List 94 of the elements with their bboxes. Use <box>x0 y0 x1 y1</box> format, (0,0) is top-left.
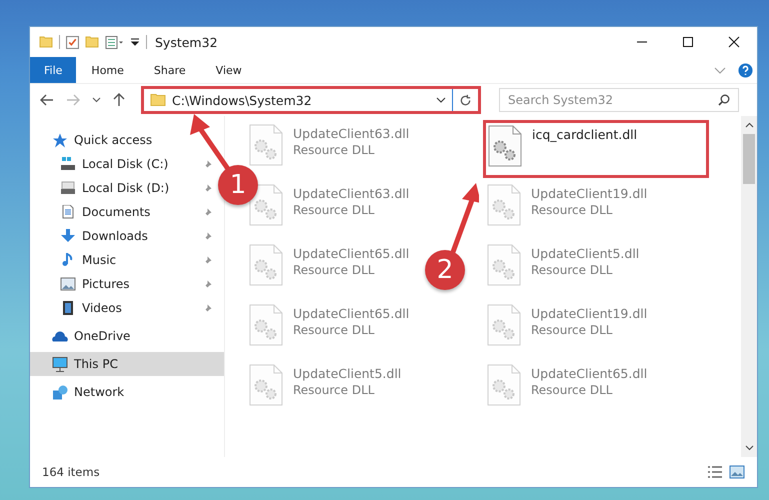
minimize-icon[interactable] <box>636 41 648 43</box>
chevron-down-icon[interactable] <box>436 97 446 103</box>
gear-file-icon <box>249 124 283 166</box>
nav-item[interactable]: Network <box>30 380 224 404</box>
window-title: System32 <box>155 34 218 50</box>
file-item[interactable]: UpdateClient65.dll Resource DLL <box>245 300 414 358</box>
checklist-icon[interactable] <box>66 36 79 48</box>
video-icon <box>60 301 76 315</box>
gear-file-icon <box>249 184 283 226</box>
nav-item[interactable]: Videos <box>30 296 126 320</box>
pin-icon[interactable] <box>203 304 212 312</box>
pin-icon[interactable] <box>203 160 212 168</box>
file-name: UpdateClient5.dll <box>293 366 402 381</box>
file-type: Resource DLL <box>293 203 376 217</box>
file-name: UpdateClient63.dll <box>293 186 410 201</box>
file-type: Resource DLL <box>293 143 376 157</box>
search-icon[interactable] <box>718 94 730 106</box>
file-name: UpdateClient19.dll <box>531 306 648 321</box>
file-type: Resource DLL <box>531 263 614 277</box>
chevron-up-icon[interactable] <box>744 122 754 128</box>
file-name: UpdateClient63.dll <box>293 126 410 141</box>
pin-icon[interactable] <box>203 232 212 240</box>
file-type: Resource DLL <box>531 323 614 337</box>
file-type: Resource DLL <box>531 203 614 217</box>
nav-item[interactable]: Pictures <box>30 272 134 296</box>
file-item[interactable]: UpdateClient65.dll Resource DLL <box>483 360 652 418</box>
picture-icon <box>60 277 76 291</box>
nav-item[interactable]: Music <box>30 248 120 272</box>
nav-item[interactable]: OneDrive <box>30 324 224 348</box>
file-name: icq_cardclient.dll <box>532 127 638 142</box>
gear-file-icon <box>249 244 283 286</box>
properties-icon[interactable] <box>105 36 124 48</box>
network-icon <box>52 384 68 400</box>
pin-icon[interactable] <box>203 184 212 192</box>
gear-file-icon <box>249 364 283 406</box>
address-path: C:\Windows\System32 <box>172 92 313 108</box>
file-name: UpdateClient5.dll <box>531 246 640 261</box>
gear-file-icon <box>487 364 521 406</box>
file-type: Resource DLL <box>293 383 376 397</box>
file-item[interactable]: icq_cardclient.dll <box>483 120 709 178</box>
nav-item[interactable]: Downloads <box>30 224 152 248</box>
item-count: 164 items <box>42 465 100 479</box>
file-item[interactable]: UpdateClient65.dll Resource DLL <box>245 240 414 298</box>
file-name: UpdateClient65.dll <box>293 246 410 261</box>
up-arrow-icon[interactable] <box>113 93 125 107</box>
chevron-down-icon[interactable] <box>744 445 754 451</box>
ribbon-tab[interactable]: File <box>30 57 76 83</box>
pin-icon[interactable] <box>203 280 212 288</box>
ribbon-tab[interactable]: View <box>200 57 257 83</box>
file-item[interactable]: UpdateClient19.dll Resource DLL <box>483 300 652 358</box>
nav-item[interactable]: Local Disk (D:) <box>30 176 174 200</box>
file-name: UpdateClient65.dll <box>531 366 648 381</box>
nav-item[interactable]: Quick access <box>30 128 224 152</box>
chevron-down-icon[interactable] <box>92 97 101 103</box>
refresh-icon[interactable] <box>459 94 472 106</box>
close-icon[interactable] <box>728 36 740 48</box>
nav-item[interactable]: Documents <box>30 200 154 224</box>
file-type: Resource DLL <box>531 383 614 397</box>
pin-icon[interactable] <box>203 256 212 264</box>
ribbon-tab[interactable]: Home <box>76 57 139 83</box>
scrollbar[interactable] <box>741 116 757 457</box>
back-arrow-icon[interactable] <box>40 94 54 106</box>
gear-file-icon <box>487 304 521 346</box>
star-icon <box>52 132 68 148</box>
gear-file-icon <box>488 125 522 167</box>
file-item[interactable]: UpdateClient5.dll Resource DLL <box>245 360 406 418</box>
file-type: Resource DLL <box>293 263 376 277</box>
monitor-icon <box>52 356 68 372</box>
nav-item[interactable]: Local Disk (C:) <box>30 152 172 176</box>
maximize-icon[interactable] <box>682 36 694 48</box>
gear-file-icon <box>249 304 283 346</box>
address-bar[interactable]: C:\Windows\System32 <box>141 86 481 114</box>
help-icon[interactable] <box>738 62 753 78</box>
details-view-icon[interactable] <box>707 465 723 479</box>
file-item[interactable]: UpdateClient19.dll Resource DLL <box>483 180 652 238</box>
file-item[interactable]: UpdateClient5.dll Resource DLL <box>483 240 644 298</box>
pin-icon[interactable] <box>203 208 212 216</box>
scrollbar-thumb[interactable] <box>743 134 755 184</box>
ribbon-tab[interactable]: Share <box>138 57 201 83</box>
drive-icon <box>60 181 76 195</box>
gear-file-icon <box>487 244 521 286</box>
large-icons-view-icon[interactable] <box>729 465 745 479</box>
file-type: Resource DLL <box>293 323 376 337</box>
dropdown-icon[interactable] <box>130 38 140 46</box>
download-icon <box>60 229 76 243</box>
drive-c-icon <box>60 157 76 171</box>
file-name: UpdateClient65.dll <box>293 306 410 321</box>
cloud-icon <box>52 328 68 344</box>
document-icon <box>60 205 76 219</box>
file-name: UpdateClient19.dll <box>531 186 648 201</box>
folder-icon <box>150 94 166 106</box>
nav-item[interactable]: This PC <box>30 352 224 376</box>
search-field[interactable]: Search System32 <box>499 88 739 112</box>
gear-file-icon <box>487 184 521 226</box>
